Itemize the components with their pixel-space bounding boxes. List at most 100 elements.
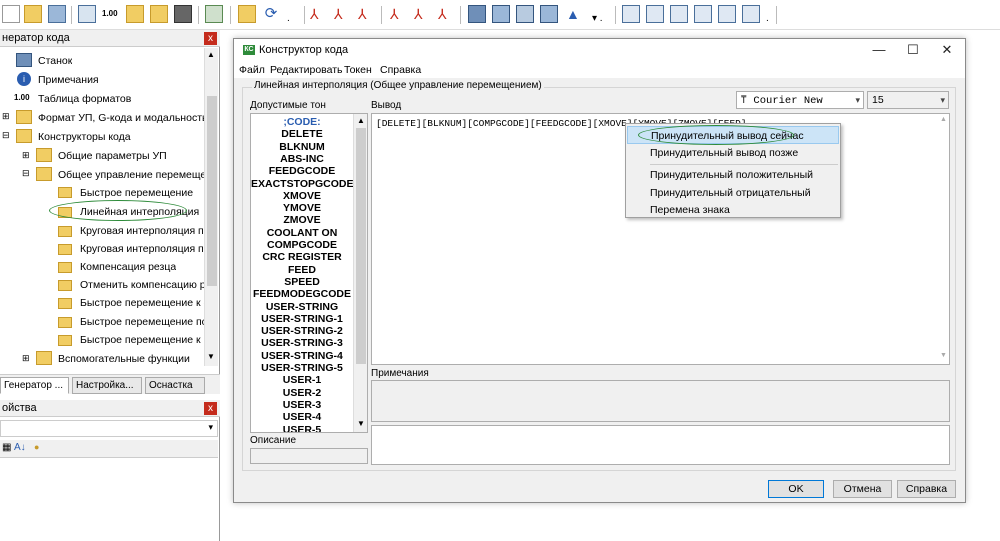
minimize-button[interactable]: — bbox=[864, 41, 894, 59]
tab-generator[interactable]: Генератор ... bbox=[0, 377, 69, 394]
token-item[interactable]: USER-2 bbox=[251, 387, 353, 399]
scroll-down-icon[interactable]: ▼ bbox=[357, 419, 365, 428]
scroll-down-icon[interactable]: ▼ bbox=[940, 352, 947, 359]
tree-item-cancel-comp[interactable]: Отменить компенсацию резц bbox=[80, 279, 204, 291]
description-text-area[interactable] bbox=[371, 425, 950, 465]
token-item[interactable]: SPEED bbox=[251, 276, 353, 288]
expand-icon[interactable]: ⊞ bbox=[22, 150, 30, 161]
axis-xy-icon[interactable]: ⅄ bbox=[310, 5, 328, 23]
layout-5-icon[interactable] bbox=[718, 5, 736, 23]
token-item[interactable]: FEEDGCODE bbox=[251, 165, 353, 177]
menu-token[interactable]: Токен bbox=[344, 64, 372, 76]
wizard-icon[interactable] bbox=[205, 5, 223, 23]
token-item[interactable]: ABS-INC bbox=[251, 153, 353, 165]
scroll-thumb[interactable] bbox=[356, 128, 366, 364]
tree-scrollbar[interactable]: ▲ ▼ bbox=[204, 48, 218, 366]
menu-help[interactable]: Справка bbox=[380, 64, 421, 76]
tree-item-rapid-to-change[interactable]: Быстрое перемещение к сме bbox=[80, 297, 204, 309]
layout-6-icon[interactable] bbox=[742, 5, 760, 23]
tokens-list[interactable]: ;CODE: DELETE BLKNUM ABS-INC FEEDGCODE EXACTS… bbox=[250, 113, 368, 433]
token-item[interactable]: ZMOVE bbox=[251, 214, 353, 226]
tree-item-general-params[interactable]: Общие параметры УП bbox=[58, 150, 167, 162]
token-item[interactable]: ;CODE: bbox=[251, 116, 353, 128]
font-size-select[interactable]: 15 ▾ bbox=[867, 91, 949, 109]
token-item[interactable]: COOLANT ON bbox=[251, 227, 353, 239]
view-icon[interactable] bbox=[540, 5, 558, 23]
token-item[interactable]: USER-1 bbox=[251, 374, 353, 386]
scroll-thumb[interactable] bbox=[207, 96, 217, 286]
close-icon[interactable]: x bbox=[204, 32, 217, 45]
axis-rotate-1-icon[interactable]: ⅄ bbox=[390, 5, 408, 23]
token-item[interactable]: XMOVE bbox=[251, 190, 353, 202]
token-item[interactable]: YMOVE bbox=[251, 202, 353, 214]
token-item[interactable]: USER-5 bbox=[251, 424, 353, 433]
axis-yz-icon[interactable]: ⅄ bbox=[358, 5, 376, 23]
categorized-icon[interactable]: ▦ bbox=[2, 442, 11, 453]
properties-object-select[interactable]: ▾ bbox=[0, 420, 218, 437]
menu-edit[interactable]: Редактировать bbox=[270, 64, 343, 76]
machine-icon[interactable] bbox=[78, 5, 96, 23]
tree-item-aux-functions[interactable]: Вспомогательные функции bbox=[58, 353, 190, 365]
ok-button[interactable]: OK bbox=[768, 480, 824, 498]
token-item[interactable]: EXACTSTOPGCODE bbox=[251, 178, 354, 190]
token-item[interactable]: COMPGCODE bbox=[251, 239, 353, 251]
tree-item-code-constructors[interactable]: Конструкторы кода bbox=[38, 131, 131, 143]
token-item[interactable]: DELETE bbox=[251, 128, 353, 140]
axis-xz-icon[interactable]: ⅄ bbox=[334, 5, 352, 23]
collapse-icon[interactable]: ⊟ bbox=[2, 130, 10, 141]
refresh-icon[interactable]: ⟳ bbox=[262, 5, 280, 23]
open-folder-icon[interactable] bbox=[24, 5, 42, 23]
folder-list-icon[interactable] bbox=[150, 5, 168, 23]
folder-tool-icon[interactable] bbox=[126, 5, 144, 23]
tab-tooling[interactable]: Оснастка bbox=[145, 377, 205, 394]
maximize-button[interactable]: ☐ bbox=[898, 41, 928, 59]
axis-rotate-3-icon[interactable]: ⅄ bbox=[438, 5, 456, 23]
token-item[interactable]: USER-STRING-2 bbox=[251, 325, 353, 337]
new-file-icon[interactable] bbox=[2, 5, 20, 23]
chevron-down-icon[interactable]: ▾ bbox=[855, 92, 860, 108]
tree-item-motion-control[interactable]: Общее управление перемещение bbox=[58, 169, 204, 181]
menu-file[interactable]: Файл bbox=[239, 64, 265, 76]
token-item[interactable]: USER-STRING-3 bbox=[251, 337, 353, 349]
tree-item-rapid-after[interactable]: Быстрое перемещение после bbox=[80, 316, 204, 328]
collapse-icon[interactable]: ⊟ bbox=[22, 168, 30, 179]
token-item[interactable]: CRC REGISTER bbox=[251, 251, 353, 263]
tree-item-format[interactable]: Формат УП, G-кода и модальность bbox=[38, 112, 207, 124]
format-table-icon[interactable]: 1.00 bbox=[102, 5, 120, 23]
tree-item-format-table[interactable]: Таблица форматов bbox=[38, 93, 131, 105]
token-item[interactable]: USER-STRING-5 bbox=[251, 362, 353, 374]
tree-item-cutter-comp[interactable]: Компенсация резца bbox=[80, 261, 176, 273]
layout-4-icon[interactable] bbox=[694, 5, 712, 23]
close-button[interactable]: ✕ bbox=[932, 41, 962, 59]
scroll-up-icon[interactable]: ▲ bbox=[940, 116, 947, 123]
property-pages-icon[interactable]: ● bbox=[34, 442, 39, 452]
disk-icon[interactable] bbox=[174, 5, 192, 23]
menu-item-force-positive[interactable]: Принудительный положительный bbox=[627, 166, 839, 184]
cancel-button[interactable]: Отмена bbox=[833, 480, 892, 498]
token-item[interactable]: BLKNUM bbox=[251, 141, 353, 153]
token-item[interactable]: USER-STRING-4 bbox=[251, 350, 353, 362]
tree-item-machine[interactable]: Станок bbox=[38, 55, 72, 67]
menu-item-change-sign[interactable]: Перемена знака bbox=[627, 201, 839, 219]
close-icon[interactable]: x bbox=[204, 402, 217, 415]
layout-3-icon[interactable] bbox=[670, 5, 688, 23]
tree-item-circular-cw[interactable]: Круговая интерполяция по ча bbox=[80, 225, 204, 237]
scroll-up-icon[interactable]: ▲ bbox=[357, 116, 365, 125]
token-item[interactable]: USER-STRING-1 bbox=[251, 313, 353, 325]
tokens-scrollbar[interactable]: ▲ ▼ bbox=[353, 114, 367, 432]
tree-item-rapid[interactable]: Быстрое перемещение bbox=[80, 187, 193, 199]
sort-az-icon[interactable]: A↓ bbox=[14, 442, 26, 453]
brush-icon[interactable]: ▲ bbox=[566, 5, 584, 23]
expand-icon[interactable]: ⊞ bbox=[22, 353, 30, 364]
save-icon[interactable] bbox=[48, 5, 66, 23]
tree-item-notes[interactable]: Примечания bbox=[38, 74, 99, 86]
notes-field[interactable] bbox=[371, 380, 950, 422]
scroll-down-icon[interactable]: ▼ bbox=[207, 352, 215, 361]
tree-item-circular-ccw[interactable]: Круговая интерполяция прот bbox=[80, 243, 204, 255]
plane-icon[interactable] bbox=[492, 5, 510, 23]
scroll-up-icon[interactable]: ▲ bbox=[207, 50, 215, 59]
tool-icon[interactable] bbox=[516, 5, 534, 23]
cube-icon[interactable] bbox=[468, 5, 486, 23]
token-item[interactable]: FEEDMODEGCODE bbox=[251, 288, 353, 300]
expand-icon[interactable]: ⊞ bbox=[2, 111, 10, 122]
